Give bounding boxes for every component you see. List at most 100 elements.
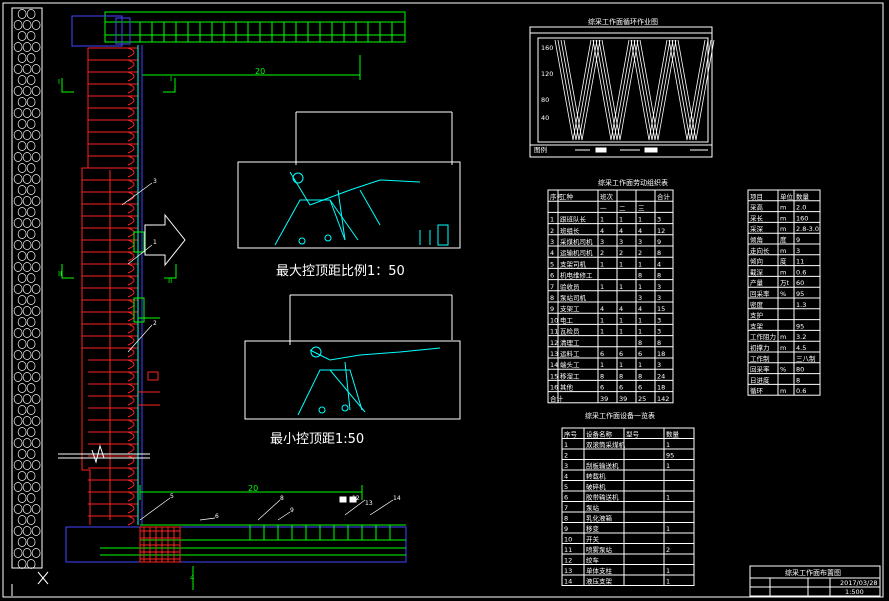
table-cell: 循环 [750, 386, 764, 395]
table-cell: 39 [619, 395, 627, 403]
table-cell: 4 [600, 305, 604, 313]
table-cell: 单体支柱 [586, 566, 613, 575]
table-cell: 11 [564, 546, 572, 554]
table-cell: 6 [619, 350, 623, 358]
table-cell: 2 [564, 452, 568, 460]
table-cell: 运料工 [560, 349, 580, 358]
label-14: 14 [393, 495, 401, 502]
label-2: 2 [153, 320, 157, 327]
table-cell: 4 [564, 473, 568, 481]
table-cell: 15 [657, 305, 665, 313]
table-cell: 1 [666, 494, 670, 502]
table-cell: 10 [550, 316, 558, 324]
table-cell: 24 [657, 372, 665, 380]
table-cell: 1 [666, 441, 670, 449]
table-cell: m [780, 204, 786, 212]
table-cell: 万t [780, 279, 790, 287]
table-cell: 4 [619, 305, 623, 313]
table-cell: 日进度 [750, 375, 770, 384]
table-cell: 95 [666, 452, 674, 460]
table-cell: 1 [638, 316, 642, 324]
table-cell: 破碎机 [586, 482, 606, 491]
table-cell: 8 [657, 272, 661, 280]
min-roof-section [244, 294, 461, 420]
table-cell: 1 [638, 260, 642, 268]
table-cell: 4.5 [796, 344, 806, 352]
dim-bottom-label: 20 [248, 484, 258, 493]
table-cell: 3 [657, 216, 661, 224]
coal-face-supports [81, 47, 138, 526]
table-cell: 1 [619, 361, 623, 369]
table-cell: 倾角 [750, 235, 763, 244]
labor-table: 序号工种 班次 合计一二三1 跟班队长 1 1 1 32 班组长 4 4 4 123 采煤机司机 3 3 3 94… [547, 189, 674, 404]
table-cell: 80 [796, 366, 804, 374]
table-cell: 班次 [600, 192, 614, 201]
table-cell: 18 [657, 350, 665, 358]
table-cell: 绞车 [586, 556, 600, 565]
table-cell: m [780, 225, 786, 233]
table-cell: 1 [600, 328, 604, 336]
table-cell: 采高 [750, 203, 764, 212]
table-cell: 11 [550, 328, 558, 336]
table-cell: 4 [619, 227, 623, 235]
table-cell: 13 [564, 567, 572, 575]
table-cell: 合计 [550, 394, 564, 403]
table-cell: 1 [666, 578, 670, 586]
label-5: 5 [170, 493, 174, 500]
label-3: 3 [153, 178, 157, 185]
table-cell: 142 [657, 395, 669, 403]
table-cell: 7 [564, 504, 568, 512]
table-cell: m [780, 268, 786, 276]
table-cell: % [780, 366, 786, 374]
table-cell: 1 [619, 216, 623, 224]
top-roadway [104, 11, 406, 43]
break-line [58, 444, 150, 464]
table-cell: 清理工 [560, 338, 580, 347]
max-roof-caption: 最大控顶距比例1：50 [276, 264, 405, 279]
table-cell: 密度 [750, 300, 764, 309]
table-cell: 9 [796, 236, 800, 244]
table-cell: 0.6 [796, 268, 806, 276]
table-cell: 3 [619, 238, 623, 246]
table-cell: 8 [796, 376, 800, 384]
table-cell: 3 [657, 294, 661, 302]
table-cell: 6 [564, 494, 568, 502]
table-cell: 工种 [560, 192, 574, 201]
table-cell: 3 [657, 316, 661, 324]
label-6: 6 [215, 513, 219, 520]
dim-top [141, 55, 361, 80]
ytick-120: 120 [541, 70, 553, 78]
equip-table-title: 综采工作面设备一览表 [585, 411, 655, 420]
table-cell: 39 [600, 395, 608, 403]
table-cell: 开关 [586, 535, 600, 544]
table-cell: 1 [619, 316, 623, 324]
table-cell: 8 [638, 272, 642, 280]
section-II-left: II [58, 270, 62, 278]
table-cell: 型号 [626, 430, 640, 439]
label-4: 4 [190, 574, 195, 582]
dim-top-label: 20 [255, 67, 265, 76]
table-cell: 8 [600, 372, 604, 380]
table-cell: 机电维修工 [560, 271, 593, 280]
table-cell: 25 [638, 395, 646, 403]
table-cell: 1 [600, 216, 604, 224]
table-cell: 1 [638, 328, 642, 336]
table-cell: 2 [666, 546, 670, 554]
table-cell: 0.6 [796, 387, 806, 395]
table-cell: 4 [550, 249, 554, 257]
table-cell: 9 [550, 305, 554, 313]
table-cell: 泵站 [586, 503, 600, 512]
table-cell: 三 [638, 204, 645, 212]
ytick-40: 40 [541, 114, 549, 122]
equip-table: 序号 设备名称 型号 数量1 双滚筒采煤机 12 953 刮板输送机 14 转载机5 破碎机6 胶带输… [561, 427, 695, 586]
table-cell: 运输机司机 [560, 248, 593, 257]
table-cell: 8 [657, 339, 661, 347]
table-cell: 8 [619, 372, 623, 380]
table-cell: 7 [550, 283, 554, 291]
table-cell: 支架 [750, 321, 764, 330]
table-cell: 端头工 [560, 360, 580, 369]
table-cell: 3 [657, 361, 661, 369]
table-cell: 合计 [657, 192, 671, 201]
table-cell: 6 [550, 272, 554, 280]
tech-table: 项目 单位 数量采高 m 2.0采长 m 160采深 m 2.8-3.0倾角度 9走向长 m 3倾向度… [747, 189, 821, 396]
